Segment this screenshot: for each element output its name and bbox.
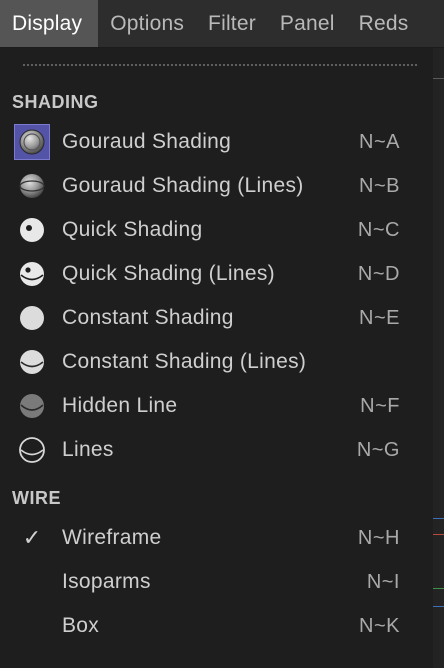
shortcut-label: N~A (359, 130, 400, 153)
menu-item-hidden-line[interactable]: Hidden Line N~F (0, 384, 433, 428)
gouraud-shading-icon (14, 124, 50, 160)
menu-item-constant-shading-lines[interactable]: Constant Shading (Lines) (0, 340, 433, 384)
menu-item-label: Quick Shading (62, 218, 203, 241)
quick-shading-lines-icon (14, 256, 50, 292)
menu-item-constant-shading[interactable]: Constant Shading N~E (0, 296, 433, 340)
viewport-edge (433, 48, 444, 668)
menu-item-label: Isoparms (62, 570, 151, 593)
shortcut-label: N~F (360, 394, 400, 417)
checkmark-icon: ✓ (22, 525, 42, 550)
menu-item-label: Hidden Line (62, 394, 178, 417)
menu-item-lines[interactable]: Lines N~G (0, 428, 433, 472)
hidden-line-icon (14, 388, 50, 424)
menu-item-box[interactable]: Box N~K (0, 604, 433, 648)
menu-item-label: Wireframe (62, 526, 162, 549)
shortcut-label: N~C (357, 218, 400, 241)
menu-item-gouraud-shading[interactable]: Gouraud Shading N~A (0, 120, 433, 164)
shortcut-label: N~G (356, 438, 400, 461)
menu-item-label: Quick Shading (Lines) (62, 262, 275, 285)
shortcut-label: N~K (359, 614, 400, 637)
menu-item-label: Gouraud Shading (Lines) (62, 174, 304, 197)
menu-item-label: Box (62, 614, 100, 637)
display-dropdown-menu: SHADING Gouraud Shading N~A Gouraud Shad… (0, 48, 433, 668)
menu-display[interactable]: Display (0, 0, 99, 47)
menu-item-quick-shading[interactable]: Quick Shading N~C (0, 208, 433, 252)
shortcut-label: N~D (357, 262, 400, 285)
menu-bar: Display Options Filter Panel Reds (0, 0, 444, 48)
menu-filter[interactable]: Filter (196, 0, 268, 47)
constant-shading-icon (14, 300, 50, 336)
menu-item-label: Constant Shading (62, 306, 234, 329)
shortcut-label: N~H (357, 526, 400, 549)
gouraud-shading-lines-icon (14, 168, 50, 204)
quick-shading-icon (14, 212, 50, 248)
constant-shading-lines-icon (14, 344, 50, 380)
menu-item-quick-shading-lines[interactable]: Quick Shading (Lines) N~D (0, 252, 433, 296)
menu-item-wireframe[interactable]: ✓ Wireframe N~H (0, 516, 433, 560)
menu-item-label: Constant Shading (Lines) (62, 350, 307, 373)
menu-panel[interactable]: Panel (268, 0, 347, 47)
tear-off-handle[interactable] (22, 63, 418, 67)
shortcut-label: N~I (366, 570, 400, 593)
section-header-shading: SHADING (12, 92, 99, 112)
menu-item-isoparms[interactable]: Isoparms N~I (0, 560, 433, 604)
menu-item-label: Lines (62, 438, 114, 461)
menu-item-label: Gouraud Shading (62, 130, 232, 153)
shortcut-label: N~E (359, 306, 400, 329)
section-header-wire: WIRE (12, 488, 61, 508)
menu-options[interactable]: Options (98, 0, 196, 47)
shortcut-label: N~B (359, 174, 400, 197)
menu-renderer[interactable]: Reds (347, 0, 421, 47)
menu-item-gouraud-shading-lines[interactable]: Gouraud Shading (Lines) N~B (0, 164, 433, 208)
lines-icon (14, 432, 50, 468)
